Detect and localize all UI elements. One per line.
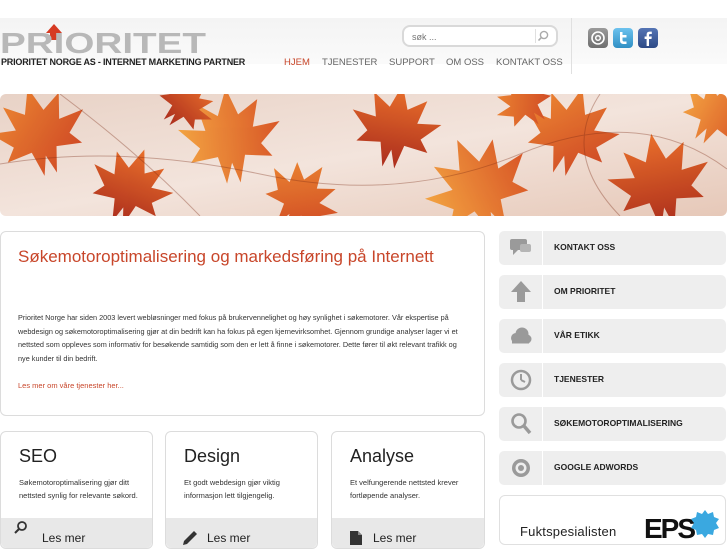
sidebar-item-label: OM PRIORITET [554, 286, 616, 296]
search-input[interactable] [410, 29, 534, 45]
card-text-design: Et godt webdesign gjør viktig informasjo… [184, 478, 280, 500]
page-title: Søkemotoroptimalisering og markedsføring… [18, 247, 434, 266]
header: PRIORITET PRIORITET NORGE AS - INTERNET … [0, 0, 727, 88]
magnifier-icon [499, 407, 543, 441]
facebook-icon[interactable] [638, 28, 658, 48]
card-more-design[interactable]: Les mer [166, 518, 317, 548]
search-icon[interactable] [535, 29, 552, 43]
nav-hjem[interactable]: HJEM [284, 57, 310, 68]
nav-support[interactable]: SUPPORT [389, 57, 435, 68]
sidebar-item-sokemotoroptimalisering[interactable]: SØKEMOTOROPTIMALISERING [499, 407, 726, 441]
hero-banner [0, 94, 727, 216]
badge-icon [691, 510, 719, 538]
pencil-icon [182, 530, 198, 546]
sidebar-item-google-adwords[interactable]: GOOGLE ADWORDS [499, 451, 726, 485]
partner-eps-text: EPS [644, 513, 696, 544]
card-title-design: Design [184, 446, 241, 466]
email-icon[interactable] [588, 28, 608, 48]
sidebar-item-kontakt-oss[interactable]: KONTAKT OSS [499, 231, 726, 265]
chat-icon [499, 231, 543, 265]
partner-fuktspesialisten-logo[interactable]: Fuktspesialisten [520, 524, 616, 539]
partner-eps-logo[interactable]: EPS [644, 510, 720, 546]
card-more-label: Les mer [373, 531, 417, 545]
nav-tjenester[interactable]: TJENESTER [322, 57, 377, 68]
nav-om-oss[interactable]: OM OSS [446, 57, 484, 68]
arrow-up-icon [499, 275, 543, 309]
tagline: PRIORITET NORGE AS - INTERNET MARKETING … [1, 57, 246, 67]
header-divider [571, 18, 572, 74]
sidebar-item-var-etikk[interactable]: VÅR ETIKK [499, 319, 726, 353]
main-nav: HJEM TJENESTER SUPPORT OM OSS KONTAKT OS… [284, 57, 564, 71]
cloud-icon [499, 319, 543, 353]
logo[interactable]: PRIORITET [0, 24, 210, 56]
card-text-analyse: Et velfungerende nettsted krever fortløp… [350, 478, 459, 500]
partner-box: Fuktspesialisten EPS [499, 495, 726, 545]
search-box[interactable] [402, 25, 558, 47]
card-more-label: Les mer [207, 531, 251, 545]
card-title-analyse: Analyse [350, 446, 415, 466]
sidebar-item-label: VÅR ETIKK [554, 330, 600, 340]
twitter-icon[interactable] [613, 28, 633, 48]
intro-text: Prioritet Norge har siden 2003 levert we… [18, 313, 458, 363]
nav-kontakt-oss[interactable]: KONTAKT OSS [496, 57, 563, 68]
target-icon [499, 451, 543, 485]
card-more-analyse[interactable]: Les mer [332, 518, 484, 548]
sidebar-item-label: GOOGLE ADWORDS [554, 462, 639, 472]
search-icon [13, 520, 29, 536]
logo-text: PRIORITET [0, 28, 206, 56]
clock-icon [499, 363, 543, 397]
sidebar-item-label: SØKEMOTOROPTIMALISERING [554, 418, 683, 428]
card-more-seo[interactable]: Les mer [1, 518, 152, 548]
card-text-seo: Søkemotoroptimalisering gjør ditt nettst… [19, 478, 138, 500]
sidebar-item-om-prioritet[interactable]: OM PRIORITET [499, 275, 726, 309]
sidebar-item-tjenester[interactable]: TJENESTER [499, 363, 726, 397]
sidebar-item-label: KONTAKT OSS [554, 242, 616, 252]
sidebar-item-label: TJENESTER [554, 374, 605, 384]
card-title-seo: SEO [19, 446, 58, 466]
document-icon [348, 530, 364, 546]
services-link[interactable]: Les mer om våre tjenester her... [18, 381, 124, 390]
card-more-label: Les mer [42, 531, 86, 545]
